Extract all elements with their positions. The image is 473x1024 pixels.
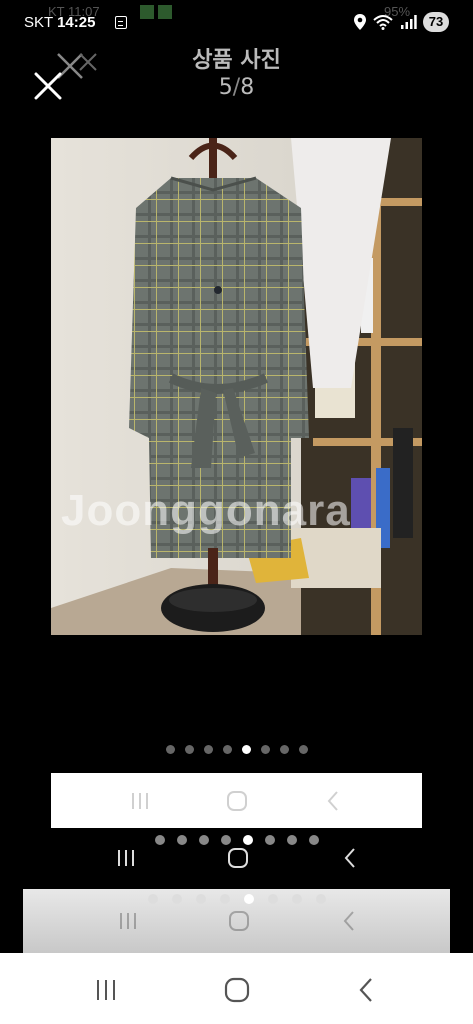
wifi-icon [373, 15, 393, 30]
carrier-time: SKT 14:25 [24, 14, 95, 31]
home-icon[interactable] [224, 977, 250, 1003]
recent-apps-icon[interactable] [93, 978, 119, 1002]
counter-total: 8 [240, 75, 255, 100]
carrier-label: SKT [24, 14, 53, 31]
page-dot [315, 894, 326, 904]
coat-illustration [51, 138, 422, 635]
back-icon [327, 791, 339, 811]
back-icon [343, 911, 354, 931]
page-dot[interactable] [222, 745, 232, 754]
battery-indicator: 73 [423, 12, 449, 32]
sim-card-icon [115, 16, 127, 29]
location-icon [354, 14, 366, 30]
page-dot[interactable] [260, 745, 270, 754]
recent-apps-icon [118, 850, 135, 866]
home-icon [228, 911, 249, 931]
home-icon [228, 848, 249, 868]
ghost-nav-row [91, 787, 381, 815]
system-nav-row [40, 975, 430, 1005]
status-icons: 73 [353, 12, 449, 32]
page-dot[interactable] [203, 745, 213, 754]
photo-counter: 5/8 [0, 75, 473, 100]
ghost-app-icon [158, 5, 172, 19]
back-icon[interactable] [355, 977, 377, 1003]
status-bar: KT 11:07 95% SKT 14:25 73 [0, 0, 473, 44]
ghost-nav-row-dark [70, 843, 405, 873]
product-photo[interactable]: Joonggonara [51, 138, 422, 635]
page-dot [291, 894, 302, 904]
page-title: 상품 사진 [192, 48, 281, 73]
page-dot [267, 894, 278, 904]
ghost-badges [140, 4, 176, 23]
signal-icon [401, 15, 417, 29]
recent-apps-icon [131, 793, 148, 809]
watermark: Joonggonara [61, 486, 351, 535]
page-dot [147, 894, 158, 904]
ghost-nav-strip [51, 773, 422, 828]
ghost-nav-row-grey [73, 907, 403, 935]
system-nav-bar [0, 953, 473, 1024]
home-icon [226, 791, 247, 811]
ghost-pagination-dots-light [0, 894, 473, 904]
back-icon [344, 848, 355, 868]
page-dot-active[interactable] [241, 745, 251, 754]
ghost-app-icon [140, 5, 154, 19]
page-dot [219, 894, 230, 904]
page-dot [195, 894, 206, 904]
page-dot[interactable] [279, 745, 289, 754]
page-dot[interactable] [298, 745, 308, 754]
clock: 14:25 [57, 14, 96, 31]
recent-apps-icon [120, 913, 137, 929]
pagination-dots [0, 745, 473, 754]
page-dot-active [243, 894, 254, 904]
page-dot[interactable] [184, 745, 194, 754]
page-dot[interactable] [165, 745, 175, 754]
page-dot [171, 894, 182, 904]
counter-current: 5 [218, 75, 233, 100]
